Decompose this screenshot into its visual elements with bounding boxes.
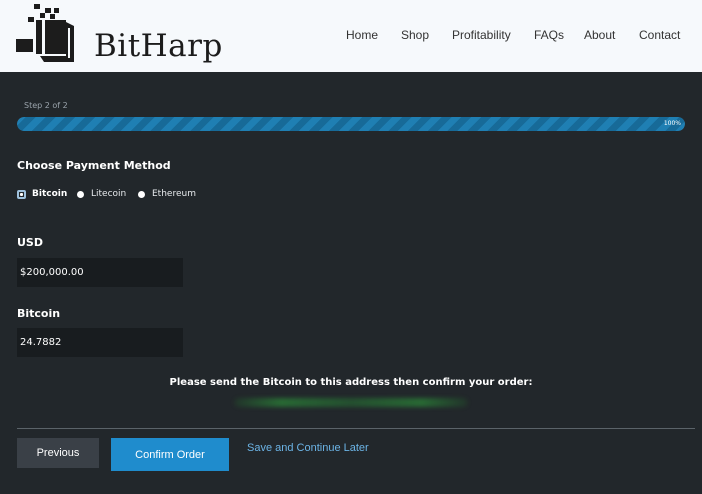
radio-unchecked-icon (77, 190, 84, 198)
nav-about[interactable]: About (584, 28, 615, 42)
nav-shop[interactable]: Shop (401, 28, 429, 42)
save-continue-later-link[interactable]: Save and Continue Later (247, 442, 369, 454)
progress-fill (17, 117, 685, 131)
bitcoin-input[interactable] (17, 328, 183, 357)
site-header: BitHarp Home Shop Profitability FAQs Abo… (0, 0, 702, 72)
radio-litecoin[interactable]: Litecoin (77, 188, 126, 200)
payment-instructions: Please send the Bitcoin to this address … (169, 377, 533, 388)
radio-checked-icon (17, 189, 26, 199)
logo-pixel-icon (16, 4, 74, 62)
divider (17, 428, 695, 429)
radio-ethereum[interactable]: Ethereum (138, 188, 196, 200)
radio-label-litecoin: Litecoin (91, 189, 127, 199)
site-logo[interactable]: BitHarp (14, 4, 222, 68)
confirm-order-button[interactable]: Confirm Order (111, 438, 229, 471)
bitcoin-address-redacted (234, 398, 468, 407)
usd-label: USD (17, 236, 43, 249)
usd-input[interactable] (17, 258, 183, 287)
bitcoin-label: Bitcoin (17, 307, 61, 320)
step-label: Step 2 of 2 (24, 101, 68, 110)
progress-bar: 100% (17, 117, 685, 131)
nav-profitability[interactable]: Profitability (452, 28, 511, 42)
previous-button[interactable]: Previous (17, 438, 99, 468)
nav-home[interactable]: Home (346, 28, 378, 42)
progress-percent: 100% (663, 120, 681, 127)
radio-label-ethereum: Ethereum (152, 189, 196, 199)
payment-method-title: Choose Payment Method (17, 159, 171, 172)
radio-label-bitcoin: Bitcoin (32, 189, 68, 199)
radio-unchecked-icon (138, 190, 145, 198)
radio-bitcoin[interactable]: Bitcoin (17, 188, 67, 200)
nav-faqs[interactable]: FAQs (534, 28, 564, 42)
nav-contact[interactable]: Contact (639, 28, 680, 42)
logo-text: BitHarp (94, 28, 223, 64)
